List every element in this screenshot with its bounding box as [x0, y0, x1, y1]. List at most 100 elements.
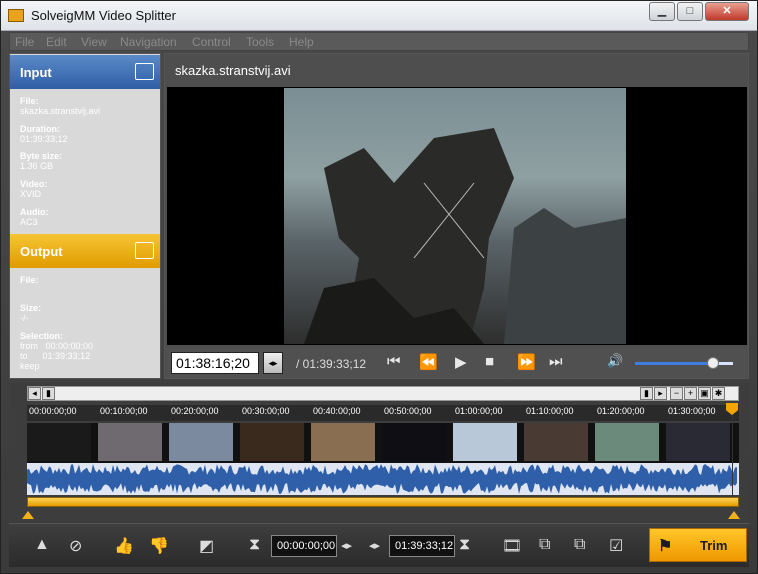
volume-knob[interactable]	[707, 357, 719, 369]
bytesize-value: 1.36 GB	[20, 161, 54, 171]
menu-navigation[interactable]: Navigation	[120, 35, 177, 49]
player-controls: 01:38:16;20 ◂▸ / 01:39:33;12 ⏮ ⏪ ▶ ■ ⏩ ⏭…	[167, 348, 747, 378]
trim-label: Trim	[700, 538, 728, 553]
input-file-info: File: skazka.stranstvij.avi	[20, 96, 100, 116]
time-spinner[interactable]: ◂▸	[263, 352, 283, 374]
zoom-in-icon[interactable]: +	[684, 387, 697, 400]
output-header[interactable]: Output	[10, 234, 160, 268]
start-time-spinner[interactable]: ◂▸	[341, 539, 352, 552]
zoom-fit-icon[interactable]: ▣	[698, 387, 711, 400]
end-time-spinner[interactable]: ◂▸	[369, 539, 380, 552]
menu-control[interactable]: Control	[192, 35, 231, 49]
start-time-field[interactable]: 00:00:00;00	[271, 535, 337, 557]
set-start-icon[interactable]: ⧗	[249, 536, 260, 554]
tick-label: 00:20:00;00	[171, 406, 219, 416]
add-marker-icon[interactable]: ▲	[34, 536, 50, 554]
size-value: -/-	[20, 313, 29, 323]
invert-selection-icon[interactable]: ◩	[199, 536, 214, 556]
video-thumbnail	[595, 423, 659, 461]
duration-value: 01:39:33;12	[20, 134, 68, 144]
end-time-field[interactable]: 01:39:33;12	[389, 535, 455, 557]
video-thumbnail	[311, 423, 375, 461]
video-thumbnail	[27, 423, 91, 461]
batch-icon[interactable]: ☑	[609, 536, 623, 556]
go-start-icon[interactable]: ⏮	[387, 353, 401, 370]
video-thumbnail	[98, 423, 162, 461]
file-label: File:	[20, 96, 39, 106]
step-back-icon[interactable]: ⏪	[419, 353, 438, 371]
tick-label: 01:20:00;00	[597, 406, 645, 416]
video-thumbnail	[453, 423, 517, 461]
trim-button[interactable]: ⚑ Trim	[649, 528, 747, 562]
menu-view[interactable]: View	[81, 35, 107, 49]
duration-label: Duration:	[20, 124, 60, 134]
to-label: to	[20, 351, 28, 361]
settings-icon[interactable]: ✱	[712, 387, 725, 400]
save-icon[interactable]	[135, 242, 154, 259]
tick-label: 01:30:00;00	[668, 406, 716, 416]
video-thumbnail	[240, 423, 304, 461]
tick-label: 00:00:00;00	[29, 406, 77, 416]
audio-label: Audio:	[20, 207, 49, 217]
file-value: skazka.stranstvij.avi	[20, 106, 101, 116]
thumbs-up-icon[interactable]: 👍	[114, 536, 134, 556]
stop-icon[interactable]: ■	[485, 353, 494, 370]
menu-edit[interactable]: Edit	[46, 35, 67, 49]
maximize-button[interactable]: □	[677, 2, 703, 21]
timeline-panel: ◂ ▮ ▮ ▸ − + ▣ ✱ 00:00:00;00 00:10:00;00 …	[9, 383, 749, 521]
waveform-shape	[27, 464, 737, 494]
selection-label: Selection:	[20, 331, 64, 341]
selection-mode: keep	[20, 361, 40, 371]
current-time-field[interactable]: 01:38:16;20	[171, 352, 259, 374]
volume-slider[interactable]	[635, 357, 733, 369]
tick-label: 00:30:00;00	[242, 406, 290, 416]
waveform-graphic	[27, 464, 737, 494]
tick-label: 01:00:00;00	[455, 406, 503, 416]
input-bytesize-info: Byte size: 1.36 GB	[20, 151, 62, 171]
step-forward-icon[interactable]: ⏩	[517, 353, 536, 371]
go-end-icon[interactable]: ⏭	[549, 353, 563, 370]
window-title: SolveigMM Video Splitter	[31, 8, 176, 23]
thumbs-down-icon[interactable]: 👎	[149, 536, 169, 556]
video-value: XVID	[20, 189, 42, 199]
zoom-out-icon[interactable]: −	[670, 387, 683, 400]
scroll-handle-icon[interactable]: ▮	[640, 387, 653, 400]
menu-file[interactable]: File	[15, 35, 34, 49]
size-label: Size:	[20, 303, 42, 313]
split-multiple-icon[interactable]: ⧉	[574, 536, 585, 554]
start-marker[interactable]	[22, 511, 34, 519]
menu-help[interactable]: Help	[289, 35, 314, 49]
video-viewport	[167, 87, 747, 345]
tick-label: 01:10:00;00	[526, 406, 574, 416]
output-title: Output	[20, 244, 63, 259]
video-frame-image	[304, 128, 626, 344]
split-icon[interactable]: ⧉	[539, 536, 550, 554]
scroll-right-icon[interactable]: ▸	[654, 387, 667, 400]
timeline-scrollbar[interactable]: ◂ ▮ ▮ ▸ − + ▣ ✱	[27, 386, 739, 401]
input-header[interactable]: Input	[10, 55, 160, 89]
remove-marker-icon[interactable]: ⊘	[69, 536, 82, 556]
selection-track[interactable]	[27, 497, 739, 507]
scroll-left-icon[interactable]: ◂	[28, 387, 41, 400]
bottom-toolbar: ▲ ⊘ 👍 👎 ◩ ⧗ 00:00:00;00 ◂▸ ◂▸ 01:39:33;1…	[9, 523, 749, 567]
end-marker[interactable]	[728, 511, 740, 519]
app-window: SolveigMM Video Splitter ▁ □ ✕ File Edit…	[0, 0, 758, 574]
play-icon[interactable]: ▶	[455, 353, 467, 371]
input-video-info: Video: XVID	[20, 179, 47, 199]
volume-icon[interactable]: 🔊	[607, 353, 623, 369]
film-strip-icon[interactable]: 🎞	[502, 536, 522, 556]
player-panel: skazka.stranstvij.avi 01:38:16;20 ◂▸ / 0…	[164, 53, 749, 379]
minimize-button[interactable]: ▁	[649, 2, 675, 21]
app-icon	[8, 9, 24, 22]
playhead-line	[732, 405, 733, 497]
input-duration-info: Duration: 01:39:33;12	[20, 124, 68, 144]
open-folder-icon[interactable]	[135, 63, 154, 80]
close-button[interactable]: ✕	[705, 2, 749, 21]
set-end-icon[interactable]: ⧗	[459, 536, 470, 554]
output-size-info: Size: -/-	[20, 303, 41, 323]
audio-waveform[interactable]	[27, 463, 739, 495]
scroll-thumb[interactable]: ▮	[42, 387, 55, 400]
thumbnail-strip[interactable]	[27, 423, 739, 463]
menu-tools[interactable]: Tools	[246, 35, 274, 49]
info-panel: Input File: skazka.stranstvij.avi Durati…	[9, 53, 161, 379]
